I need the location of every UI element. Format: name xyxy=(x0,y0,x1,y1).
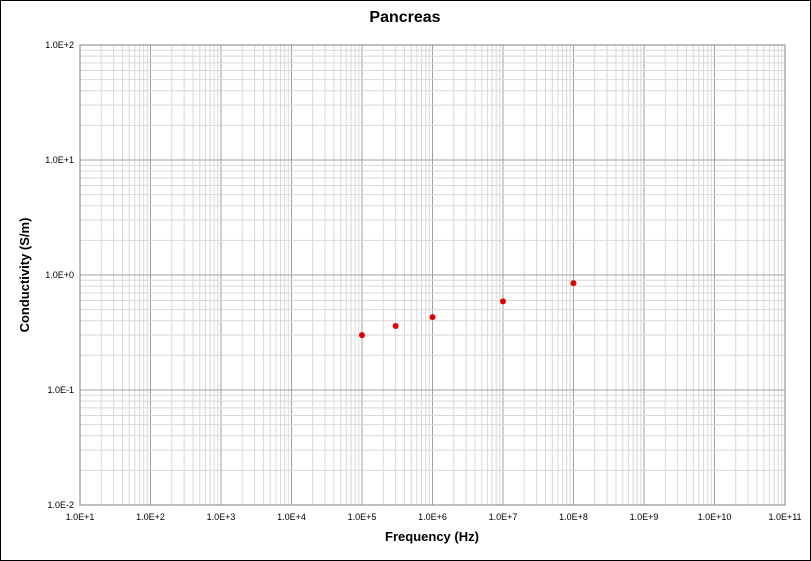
data-point xyxy=(359,332,365,339)
x-tick-label: 1.0E+2 xyxy=(136,512,165,522)
x-tick-label: 1.0E+7 xyxy=(489,512,518,522)
x-tick-label: 1.0E+3 xyxy=(207,512,236,522)
chart-title: Pancreas xyxy=(369,9,440,26)
y-tick-label: 1.0E-2 xyxy=(47,500,74,510)
grid xyxy=(79,44,786,506)
data-point xyxy=(429,314,436,321)
x-axis-label: Frequency (Hz) xyxy=(385,529,479,544)
y-tick-label: 1.0E-1 xyxy=(47,385,74,395)
y-tick-label: 1.0E+0 xyxy=(45,270,74,280)
data-point xyxy=(392,323,399,330)
y-tick-label: 1.0E+2 xyxy=(45,40,74,50)
x-tick-label: 1.0E+5 xyxy=(348,512,377,522)
x-tick-label: 1.0E+10 xyxy=(698,512,732,522)
x-tick-label: 1.0E+11 xyxy=(768,512,801,522)
x-tick-label: 1.0E+9 xyxy=(630,512,659,522)
x-tick-label: 1.0E+4 xyxy=(277,512,306,522)
pancreas-chart: 1.0E+1 1.0E+2 1.0E+3 1.0E+4 1.0E+5 1.0E+6 1.0E… xyxy=(17,9,802,544)
y-axis-label: Conductivity (S/m) xyxy=(17,218,32,333)
x-tick-label: 1.0E+6 xyxy=(418,512,447,522)
data-point xyxy=(570,280,577,287)
data-point xyxy=(500,298,506,305)
y-tick-label: 1.0E+1 xyxy=(45,155,74,165)
x-tick-label: 1.0E+8 xyxy=(559,512,588,522)
x-tick-label: 1.0E+1 xyxy=(66,512,95,522)
